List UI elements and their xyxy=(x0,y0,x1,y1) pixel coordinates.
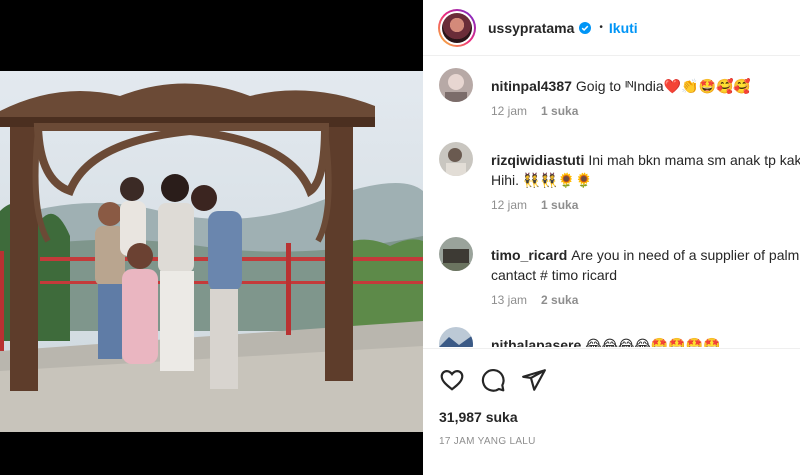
comment-message: Ini mah bkn mama sm anak tp kak xyxy=(588,152,800,168)
commenter-avatar[interactable] xyxy=(439,68,473,102)
comment-text: nithalapasere 😂😂😂😂🤩🤩🤩🤩 xyxy=(491,335,800,347)
commenter-avatar[interactable] xyxy=(439,142,473,176)
comment-meta: 12 jam 1 suka xyxy=(491,198,592,212)
post-photo-illustration xyxy=(0,71,423,432)
author-username[interactable]: ussypratama xyxy=(488,20,574,36)
comment-meta: 13 jam 2 suka xyxy=(491,293,592,307)
comment-username[interactable]: nitinpal4387 xyxy=(491,78,572,94)
comment-username[interactable]: nithalapasere xyxy=(491,337,581,347)
comment-message: Goig to ᴵᴺIndia❤️👏🤩🥰🥰 xyxy=(575,78,751,94)
comment-time: 12 jam xyxy=(491,198,528,212)
comment-message: 😂😂😂😂🤩🤩🤩🤩 xyxy=(585,337,721,347)
comment-message-line2: cantact # timo ricard xyxy=(491,267,618,283)
commenter-avatar[interactable] xyxy=(439,327,473,347)
comment-message-line2: Hihi. 👯👯🌻🌻 xyxy=(491,172,593,188)
separator-dot: • xyxy=(599,22,603,33)
author-avatar-image xyxy=(442,12,472,43)
comment-text: rizqiwidiastuti Ini mah bkn mama sm anak … xyxy=(491,150,800,190)
comment-text: timo_ricard Are you in need of a supplier… xyxy=(491,245,800,285)
post-timestamp: 17 JAM YANG LALU xyxy=(439,436,536,447)
comment-username[interactable]: timo_ricard xyxy=(491,247,567,263)
post-actions: 31,987 suka 17 JAM YANG LALU xyxy=(423,348,800,475)
comment-text: nitinpal4387 Goig to ᴵᴺIndia❤️👏🤩🥰🥰 xyxy=(491,76,800,96)
comment-likes[interactable]: 1 suka xyxy=(541,198,578,212)
comment-likes[interactable]: 2 suka xyxy=(541,293,578,307)
author-avatar-border xyxy=(440,10,474,45)
comment-time: 12 jam xyxy=(491,104,528,118)
comment-likes[interactable]: 1 suka xyxy=(541,104,578,118)
comment-username[interactable]: rizqiwidiastuti xyxy=(491,152,584,168)
post-media-pane xyxy=(0,0,423,475)
author-avatar[interactable] xyxy=(438,8,476,47)
follow-button[interactable]: Ikuti xyxy=(609,20,638,36)
post-header: ussypratama • Ikuti xyxy=(423,0,800,56)
comment-time: 13 jam xyxy=(491,293,528,307)
comments-list[interactable]: nitinpal4387 Goig to ᴵᴺIndia❤️👏🤩🥰🥰 12 jam… xyxy=(423,57,800,347)
comment-message: Are you in need of a supplier of palm xyxy=(571,247,800,263)
comment-meta: 12 jam 1 suka xyxy=(491,104,592,118)
commenter-avatar[interactable] xyxy=(439,237,473,271)
share-icon[interactable] xyxy=(521,367,547,393)
post-likes-count[interactable]: 31,987 suka xyxy=(439,409,518,425)
verified-icon xyxy=(579,21,592,34)
comment-icon[interactable] xyxy=(480,367,506,393)
post-side-panel: ussypratama • Ikuti nitinpal4387 Goig to … xyxy=(423,0,800,475)
post-photo[interactable] xyxy=(0,71,423,432)
heart-icon[interactable] xyxy=(439,367,465,393)
